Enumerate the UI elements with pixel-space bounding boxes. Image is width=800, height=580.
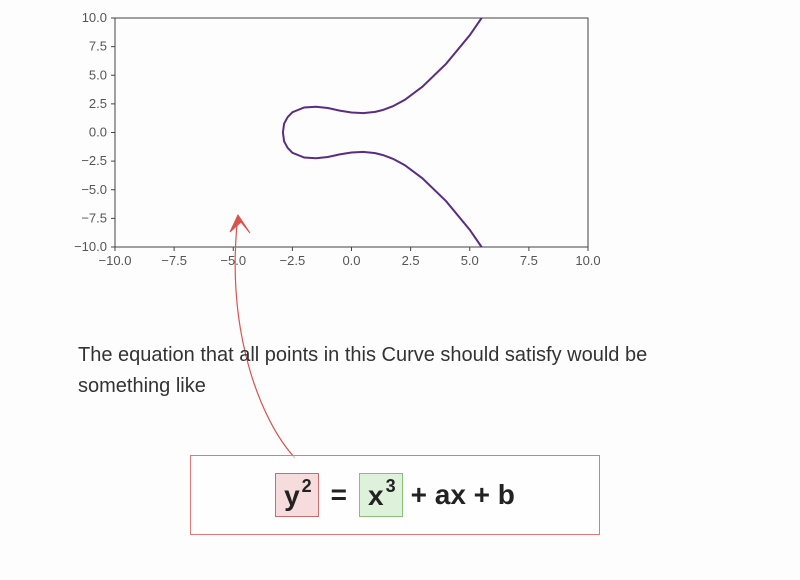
x-tick-label: 0.0 — [342, 253, 360, 268]
chart-svg: −10.0 −7.5 −5.0 −2.5 0.0 2.5 5.0 7.5 10.0 −10.0 −7… — [60, 10, 600, 275]
y-tick-label: 7.5 — [89, 39, 107, 54]
y-tick-label: −2.5 — [81, 153, 107, 168]
x-tick-label: 10.0 — [575, 253, 600, 268]
x-tick-label: 7.5 — [520, 253, 538, 268]
x-tick-label: −2.5 — [280, 253, 306, 268]
x-tick-label: 5.0 — [461, 253, 479, 268]
eq-lhs-base: y — [284, 480, 300, 512]
y-tick-label: 0.0 — [89, 125, 107, 140]
y-tick-label: −7.5 — [81, 210, 107, 225]
equation-lhs: y2 — [275, 473, 319, 517]
x-tick-label: 2.5 — [402, 253, 420, 268]
y-tick-label: −5.0 — [81, 182, 107, 197]
equation-rhs-cubic: x3 — [359, 473, 403, 517]
y-tick-label: −10.0 — [74, 239, 107, 254]
y-tick-label: 10.0 — [82, 10, 107, 25]
elliptic-curve-path — [283, 18, 482, 247]
eq-lhs-exp: 2 — [302, 476, 312, 497]
caption-text: The equation that all points in this Cur… — [78, 340, 718, 402]
equals-sign: = — [321, 479, 357, 511]
eq-rhs1-exp: 3 — [386, 476, 396, 497]
y-tick-label: 2.5 — [89, 96, 107, 111]
x-tick-label: −5.0 — [220, 253, 246, 268]
equation-box: y2 = x3 + ax + b — [190, 455, 600, 535]
x-tick-label: −10.0 — [99, 253, 132, 268]
equation-rhs-tail: + ax + b — [405, 479, 515, 511]
x-tick-label: −7.5 — [161, 253, 187, 268]
elliptic-curve-chart: −10.0 −7.5 −5.0 −2.5 0.0 2.5 5.0 7.5 10.0 −10.0 −7… — [60, 10, 600, 275]
y-tick-label: 5.0 — [89, 67, 107, 82]
eq-rhs1-base: x — [368, 480, 384, 512]
